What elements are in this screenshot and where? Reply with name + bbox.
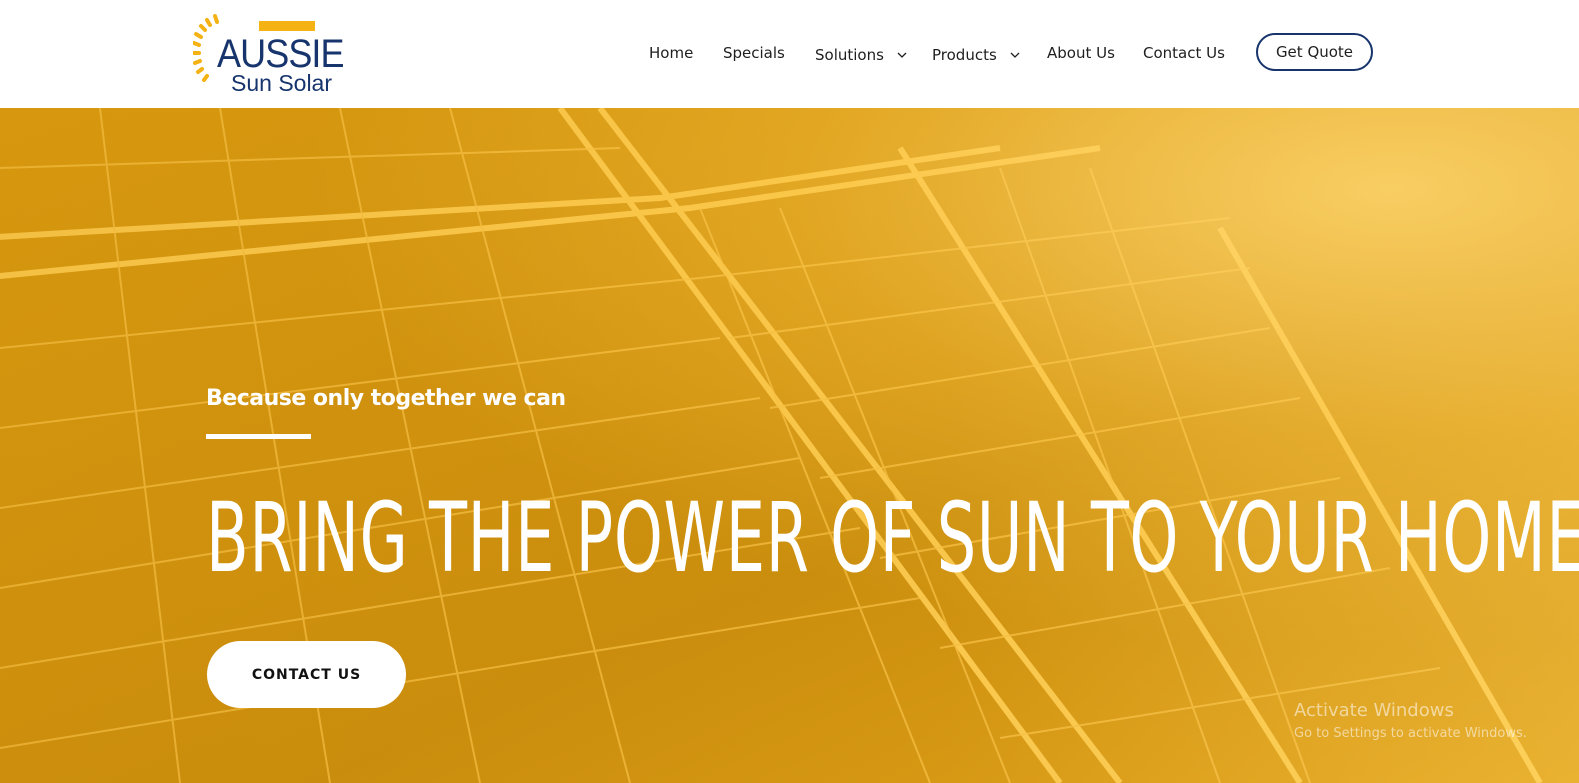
nav-item-label: Solutions	[815, 46, 884, 64]
contact-us-button[interactable]: CONTACT US	[207, 641, 406, 708]
brand-logo[interactable]: AUSSIE Sun Solar	[193, 12, 363, 98]
logo-wordmark: AUSSIE	[217, 32, 345, 76]
nav-item-label: Home	[649, 44, 694, 62]
nav-item-solutions[interactable]: Solutions	[815, 42, 907, 66]
hero-tagline: Because only together we can	[206, 386, 566, 411]
watermark-title: Activate Windows	[1294, 700, 1454, 721]
site-header: AUSSIE Sun Solar Home Specials Solutions…	[0, 0, 1579, 108]
nav-item-label: Specials	[723, 44, 785, 62]
tagline-underline	[206, 434, 311, 439]
logo-subtitle: Sun Solar	[231, 70, 333, 96]
nav-item-home[interactable]: Home	[649, 42, 693, 64]
hero-banner: Because only together we can BRING THE P…	[0, 108, 1579, 783]
nav-item-label: Contact Us	[1143, 44, 1225, 62]
windows-activation-watermark: Activate Windows Go to Settings to activ…	[1294, 698, 1527, 744]
chevron-down-icon	[897, 42, 907, 64]
hero-headline: BRING THE POWER OF SUN TO YOUR HOME	[206, 482, 1579, 594]
logo-accent-bar	[259, 21, 315, 31]
watermark-subtitle: Go to Settings to activate Windows.	[1294, 726, 1527, 741]
nav-item-products[interactable]: Products	[932, 42, 1020, 66]
chevron-down-icon	[1010, 42, 1020, 64]
nav-item-about-us[interactable]: About Us	[1047, 42, 1115, 64]
nav-item-label: About Us	[1047, 44, 1115, 62]
nav-item-contact-us[interactable]: Contact Us	[1143, 42, 1225, 64]
get-quote-button[interactable]: Get Quote	[1256, 33, 1373, 71]
nav-item-specials[interactable]: Specials	[723, 42, 785, 64]
nav-item-label: Products	[932, 46, 997, 64]
